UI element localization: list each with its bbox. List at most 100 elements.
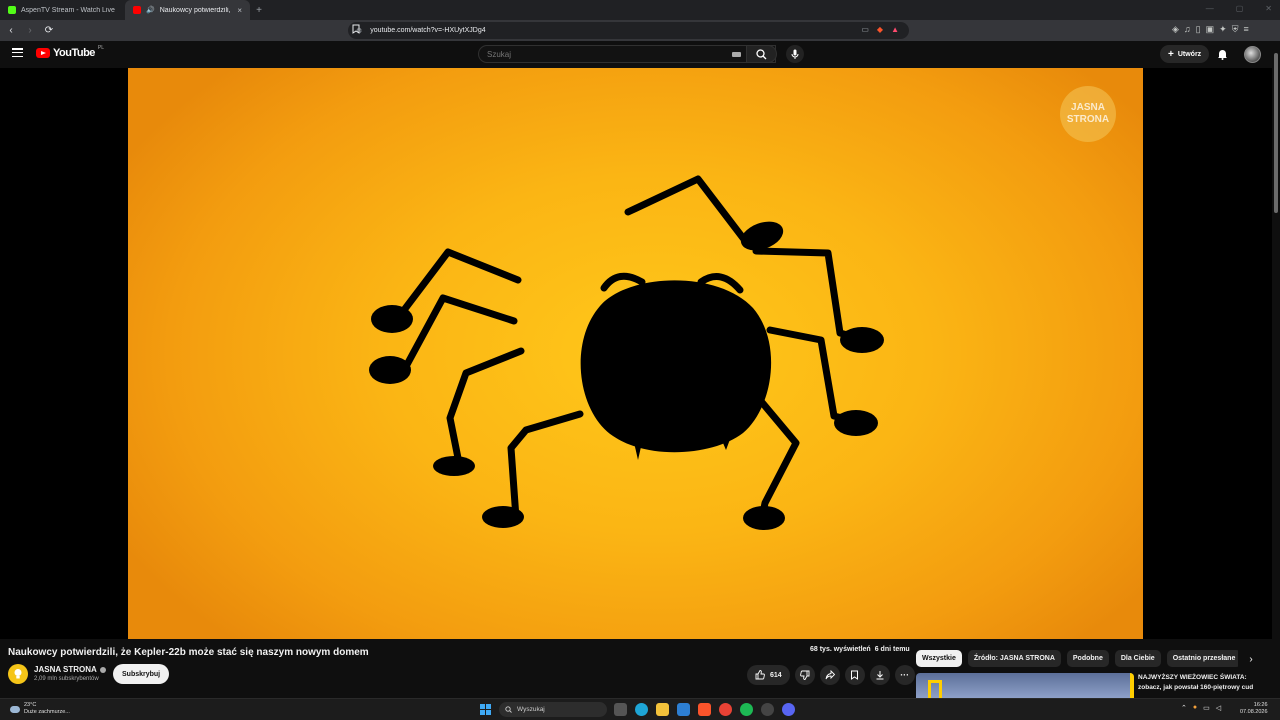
search-icon: [756, 48, 767, 59]
brave-shield-icon[interactable]: ◆: [877, 25, 883, 34]
browser-menu-icon[interactable]: ≡: [1243, 24, 1248, 35]
search-button[interactable]: [746, 45, 777, 63]
guide-menu-icon[interactable]: [12, 48, 23, 57]
rewards-icon[interactable]: ▲: [891, 25, 899, 34]
leo-icon[interactable]: ✦: [1219, 24, 1227, 35]
chips-next-arrow-icon[interactable]: ›: [1244, 652, 1258, 666]
bookmark-icon[interactable]: [352, 24, 360, 34]
watermark-line-2: STRONA: [1066, 114, 1110, 125]
related-chips: Wszystkie Źródło: JASNA STRONA Podobne D…: [916, 650, 1238, 667]
steam-icon[interactable]: [761, 703, 774, 716]
youtube-icon: [133, 6, 141, 14]
video-player[interactable]: JASNA STRONA: [0, 68, 1272, 639]
cast-icon[interactable]: ▭: [861, 25, 869, 34]
channel-name[interactable]: JASNA STRONA: [34, 665, 106, 674]
weather-widget[interactable]: 23°C Duże zachmurze...: [10, 702, 70, 716]
reload-button[interactable]: ⟳: [41, 25, 57, 36]
video-actions: 614 ···: [747, 665, 915, 685]
youtube-masthead: YouTube PL + Utwórz: [0, 41, 1272, 68]
close-tab-icon[interactable]: ×: [237, 6, 242, 15]
minimize-icon[interactable]: —: [1206, 4, 1214, 13]
create-label: Utwórz: [1177, 50, 1202, 58]
save-icon: [851, 670, 859, 680]
like-count: 614: [770, 671, 782, 679]
tray-mic-icon[interactable]: ●: [1193, 704, 1197, 712]
chip-related[interactable]: Podobne: [1066, 650, 1109, 667]
search-icon: [505, 706, 512, 713]
tab-kick[interactable]: AspenTV Stream - Watch Live on Kick: [0, 0, 125, 20]
brave-icon[interactable]: [698, 703, 711, 716]
file-explorer-icon[interactable]: [656, 703, 669, 716]
like-button[interactable]: 614: [747, 665, 790, 685]
browser-tab-strip: AspenTV Stream - Watch Live on Kick 🔊 Na…: [0, 0, 1280, 20]
scrollbar-thumb[interactable]: [1274, 53, 1278, 213]
chip-all[interactable]: Wszystkie: [916, 650, 962, 667]
address-bar[interactable]: ⚙ youtube.com/watch?v=-HXUytXJDg4 ▭ ◆ ▲: [348, 22, 909, 39]
vpn-icon[interactable]: ⛨: [1232, 24, 1239, 35]
spotify-icon[interactable]: [740, 703, 753, 716]
page-scrollbar[interactable]: [1272, 41, 1280, 698]
sidebar-icon[interactable]: ▯: [1196, 24, 1201, 35]
keyboard-icon[interactable]: [732, 52, 741, 57]
tab-youtube[interactable]: 🔊 Naukowcy potwierdzili, że Ke ×: [125, 0, 250, 20]
country-code: PL: [97, 45, 105, 51]
speaker-icon[interactable]: 🔊: [146, 6, 155, 14]
wallet-icon[interactable]: ▣: [1206, 24, 1215, 35]
channel-name-text: JASNA STRONA: [34, 665, 97, 674]
close-window-icon[interactable]: ✕: [1265, 4, 1272, 13]
tray-overflow-icon[interactable]: ⌃: [1181, 704, 1187, 712]
clock-date: 07.08.2026: [1240, 709, 1268, 715]
discord-icon[interactable]: [782, 703, 795, 716]
windows-start-icon[interactable]: [480, 704, 491, 715]
music-icon[interactable]: ♫: [1184, 24, 1191, 35]
more-actions-button[interactable]: ···: [894, 665, 915, 685]
create-button[interactable]: + Utwórz: [1160, 45, 1210, 63]
task-view-icon[interactable]: [614, 703, 627, 716]
upload-age: 6 dni temu: [874, 646, 910, 653]
tab-title: AspenTV Stream - Watch Live on Kick: [21, 6, 117, 14]
window-controls: — ▢ ✕: [1206, 4, 1272, 13]
url-text: youtube.com/watch?v=-HXUytXJDg4: [370, 27, 486, 34]
recommendation-thumbnail[interactable]: [916, 673, 1134, 698]
chip-for-you[interactable]: Dla Ciebie: [1114, 650, 1161, 667]
plus-icon: +: [1168, 48, 1174, 60]
new-tab-button[interactable]: +: [250, 5, 268, 16]
lightbulb-icon: [14, 669, 22, 679]
clock-time: 16:26: [1253, 702, 1268, 708]
edge-icon[interactable]: [635, 703, 648, 716]
store-icon[interactable]: [677, 703, 690, 716]
chip-from-channel[interactable]: Źródło: JASNA STRONA: [967, 650, 1061, 667]
browser-toolbar: ‹ › ⟳ ⚙ youtube.com/watch?v=-HXUytXJDg4 …: [0, 20, 1280, 41]
dislike-button[interactable]: [794, 665, 815, 685]
volume-icon[interactable]: ◁: [1216, 704, 1221, 712]
maximize-icon[interactable]: ▢: [1236, 4, 1244, 13]
taskbar-search[interactable]: Wyszukaj: [499, 702, 607, 717]
video-meta: 68 tys. wyświetleń 6 dni temu: [810, 646, 910, 653]
back-button[interactable]: ‹: [3, 25, 19, 36]
search-box: [478, 45, 776, 63]
video-frame[interactable]: JASNA STRONA: [128, 68, 1143, 639]
verified-badge-icon: [99, 666, 106, 673]
account-avatar[interactable]: [1244, 46, 1261, 63]
channel-watermark[interactable]: JASNA STRONA: [1060, 86, 1116, 142]
network-icon[interactable]: ▭: [1203, 704, 1210, 712]
forward-button[interactable]: ›: [22, 25, 38, 36]
download-button[interactable]: [869, 665, 890, 685]
more-icon: ···: [900, 670, 910, 680]
youtube-logo[interactable]: YouTube PL: [36, 45, 105, 59]
extension-icon[interactable]: ◈: [1172, 24, 1179, 35]
recommendation-title[interactable]: NAJWYŻSZY WIEŻOWIEC ŚWIATA: zobacz, jak …: [1138, 673, 1262, 698]
taskbar-clock[interactable]: 16:26 07.08.2026: [1240, 702, 1268, 716]
voice-search-button[interactable]: [786, 45, 804, 63]
subscribe-button[interactable]: Subskrybuj: [113, 664, 170, 684]
channel-avatar[interactable]: [8, 664, 28, 684]
omnibox-icons: ▭ ◆ ▲: [861, 25, 899, 34]
notifications-bell-icon[interactable]: [1217, 48, 1228, 60]
thumbnail-accent-bar: [1130, 673, 1134, 698]
chrome-icon[interactable]: [719, 703, 732, 716]
chip-recently-uploaded[interactable]: Ostatnio przesłane: [1166, 650, 1238, 667]
search-input[interactable]: [487, 49, 717, 59]
share-icon: [825, 670, 835, 680]
save-button[interactable]: [844, 665, 865, 685]
share-button[interactable]: [819, 665, 840, 685]
